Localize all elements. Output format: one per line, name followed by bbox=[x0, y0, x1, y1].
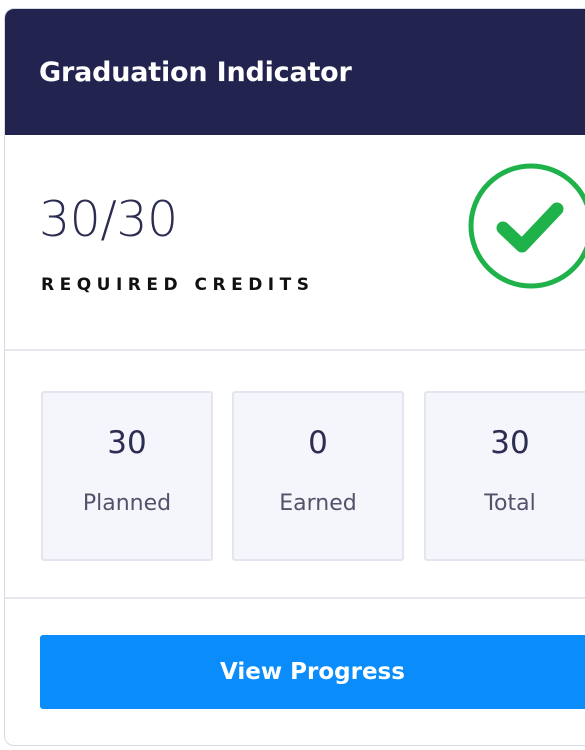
card-header: Graduation Indicator bbox=[5, 9, 585, 135]
check-circle-icon bbox=[468, 163, 585, 289]
stat-value: 0 bbox=[308, 425, 328, 461]
stat-tile-total: 30 Total bbox=[424, 391, 585, 561]
stat-value: 30 bbox=[490, 425, 530, 461]
stats-row: 30 Planned 0 Earned 30 Total bbox=[5, 351, 585, 599]
stat-value: 30 bbox=[107, 425, 147, 461]
credits-label: REQUIRED CREDITS bbox=[41, 275, 315, 295]
view-progress-button[interactable]: View Progress bbox=[40, 635, 585, 709]
stat-label: Total bbox=[484, 491, 536, 516]
stat-tile-planned: 30 Planned bbox=[41, 391, 213, 561]
stat-label: Planned bbox=[82, 491, 172, 516]
credits-value: 30/30 bbox=[39, 191, 178, 248]
action-area: View Progress bbox=[5, 599, 585, 745]
stat-tile-earned: 0 Earned bbox=[232, 391, 404, 561]
card-title: Graduation Indicator bbox=[39, 56, 352, 88]
graduation-indicator-card: Graduation Indicator 30/30 REQUIRED CRED… bbox=[4, 8, 585, 746]
stat-label: Earned bbox=[279, 491, 357, 516]
